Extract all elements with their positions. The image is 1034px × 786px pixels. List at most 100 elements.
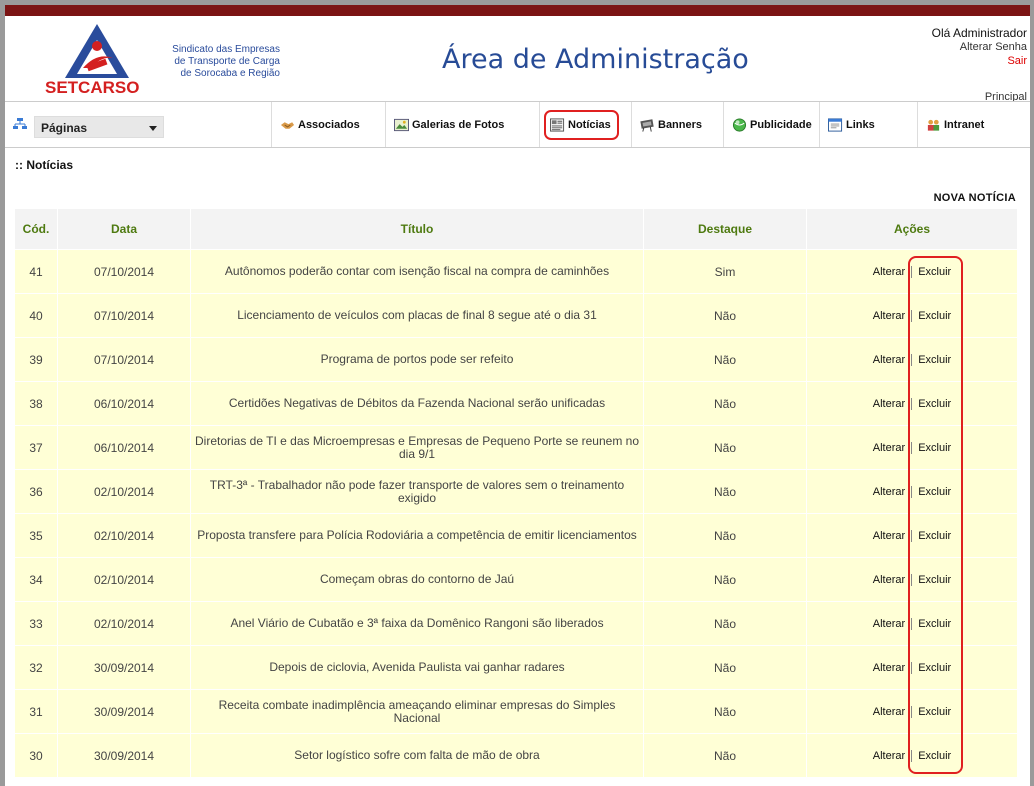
edit-link[interactable]: Alterar [873,442,905,454]
cell-titulo: Diretorias de TI e das Microempresas e E… [190,425,644,470]
setcarso-logo[interactable]: Sindicato das Empresas de Transporte de … [35,20,280,100]
row-actions: Alterar Excluir [811,705,1013,718]
edit-link[interactable]: Alterar [873,706,905,718]
row-actions: Alterar Excluir [811,529,1013,542]
cell-cod: 30 [15,733,58,777]
edit-link[interactable]: Alterar [873,662,905,674]
page-title: Área de Administração [442,44,749,75]
action-separator [911,749,913,762]
cell-cod: 32 [15,645,58,690]
cell-destaque: Não [643,337,807,382]
edit-link[interactable]: Alterar [873,398,905,410]
nav-banners[interactable]: Banners [631,102,723,147]
table-row: 41 07/10/2014 Autônomos poderão contar com… [15,249,1018,294]
nav-label: Publicidade [750,118,812,131]
delete-link[interactable]: Excluir [918,398,951,410]
delete-link[interactable]: Excluir [918,706,951,718]
row-actions: Alterar Excluir [811,265,1013,278]
cell-acoes: Alterar Excluir [806,293,1018,338]
nav-links[interactable]: Links [819,102,917,147]
edit-link[interactable]: Alterar [873,266,905,278]
delete-link[interactable]: Excluir [918,442,951,454]
banner-icon [640,118,654,132]
delete-link[interactable]: Excluir [918,266,951,278]
edit-link[interactable]: Alterar [873,574,905,586]
row-actions: Alterar Excluir [811,485,1013,498]
delete-link[interactable]: Excluir [918,310,951,322]
edit-link[interactable]: Alterar [873,354,905,366]
row-actions: Alterar Excluir [811,573,1013,586]
cell-cod: 39 [15,337,58,382]
cell-data: 30/09/2014 [57,689,191,734]
delete-link[interactable]: Excluir [918,354,951,366]
row-actions: Alterar Excluir [811,661,1013,674]
cell-titulo: Setor logístico sofre com falta de mão d… [190,733,644,777]
delete-link[interactable]: Excluir [918,574,951,586]
nav-label: Notícias [568,118,611,131]
cell-data: 02/10/2014 [57,513,191,558]
delete-link[interactable]: Excluir [918,662,951,674]
chevron-down-icon [149,126,157,131]
cell-titulo: Licenciamento de veículos com placas de … [190,293,644,338]
top-bar [5,5,1030,16]
delete-link[interactable]: Excluir [918,750,951,762]
edit-link[interactable]: Alterar [873,530,905,542]
cell-acoes: Alterar Excluir [806,645,1018,690]
nav-associados[interactable]: Associados [271,102,385,147]
user-panel: Olá Administrador Alterar Senha Sair [932,26,1027,68]
nav-label: Links [846,118,875,131]
table-row: 39 07/10/2014 Programa de portos pode ser … [15,337,1018,382]
pages-select[interactable]: Páginas [34,116,164,138]
row-actions: Alterar Excluir [811,617,1013,630]
action-separator [911,529,913,542]
delete-link[interactable]: Excluir [918,530,951,542]
section-title: :: Notícias [15,158,74,172]
edit-link[interactable]: Alterar [873,618,905,630]
column-header-data: Data [57,209,191,250]
action-separator [911,353,913,366]
edit-link[interactable]: Alterar [873,486,905,498]
cell-cod: 37 [15,425,58,470]
cell-destaque: Não [643,645,807,690]
nav-publicidade[interactable]: Publicidade [723,102,819,147]
window-icon [828,117,843,132]
cell-titulo: Anel Viário de Cubatão e 3ª faixa da Dom… [190,601,644,646]
greeting: Olá Administrador [931,26,1027,40]
cell-data: 02/10/2014 [57,601,191,646]
handshake-icon [280,121,295,129]
cell-titulo: Receita combate inadimplência ameaçando … [190,689,644,734]
cell-cod: 35 [15,513,58,558]
table-row: 32 30/09/2014 Depois de ciclovia, Avenida … [15,645,1018,690]
table-row: 37 06/10/2014 Diretorias de TI e das Micro… [15,425,1018,470]
delete-link[interactable]: Excluir [918,618,951,630]
delete-link[interactable]: Excluir [918,486,951,498]
edit-link[interactable]: Alterar [873,750,905,762]
cell-destaque: Não [643,381,807,426]
change-password-link[interactable]: Alterar Senha [932,40,1027,54]
logo-caption: Sindicato das Empresas de Transporte de … [140,44,280,80]
table-row: 34 02/10/2014 Começam obras do contorno de… [15,557,1018,602]
row-actions: Alterar Excluir [811,441,1013,454]
action-separator [911,573,913,586]
action-separator [911,397,913,410]
row-actions: Alterar Excluir [811,397,1013,410]
row-actions: Alterar Excluir [811,309,1013,322]
cell-destaque: Não [643,469,807,514]
nav-intranet[interactable]: Intranet [917,102,1030,147]
nav-galerias[interactable]: Galerias de Fotos [385,102,539,147]
cell-destaque: Não [643,557,807,602]
nav-label: Banners [658,118,703,131]
globe-icon [732,117,747,132]
cell-destaque: Não [643,513,807,558]
cell-titulo: Programa de portos pode ser refeito [190,337,644,382]
action-separator [911,617,913,630]
cell-titulo: Proposta transfere para Polícia Rodoviár… [190,513,644,558]
nav-noticias[interactable]: Notícias [539,102,631,147]
cell-data: 06/10/2014 [57,425,191,470]
logout-link[interactable]: Sair [932,54,1027,68]
column-header-destaque: Destaque [643,209,807,250]
table-row: 33 02/10/2014 Anel Viário de Cubatão e 3ª … [15,601,1018,646]
new-news-link[interactable]: NOVA NOTÍCIA [934,192,1016,204]
column-header-titulo: Título [190,209,644,250]
edit-link[interactable]: Alterar [873,310,905,322]
